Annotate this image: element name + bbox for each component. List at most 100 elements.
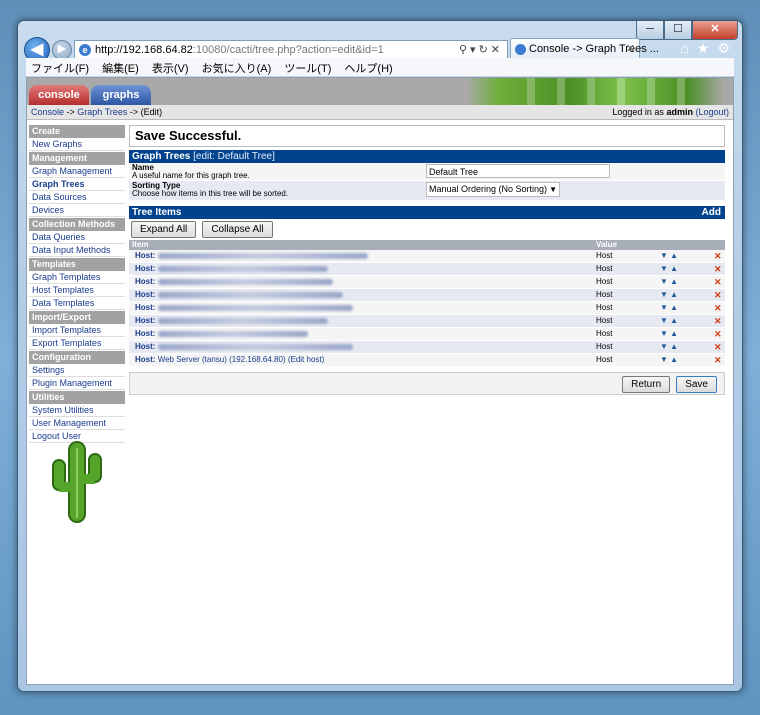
sidebar-item[interactable]: Settings: [29, 364, 125, 377]
host-prefix: Host:: [135, 290, 156, 299]
move-down-icon[interactable]: ▼: [660, 277, 668, 286]
breadcrumb-console[interactable]: Console: [31, 107, 64, 117]
tree-item-link[interactable]: Host:: [135, 328, 308, 340]
favorites-star-icon[interactable]: ★: [697, 40, 710, 57]
delete-icon[interactable]: ✕: [714, 328, 722, 340]
sidebar-item[interactable]: Data Queries: [29, 231, 125, 244]
cactus-banner-image: [467, 78, 725, 105]
sidebar-item[interactable]: New Graphs: [29, 138, 125, 151]
search-icon[interactable]: ⚲: [459, 44, 470, 56]
address-url[interactable]: http://192.168.64.82:10080/cacti/tree.ph…: [95, 44, 384, 56]
move-up-icon[interactable]: ▲: [668, 329, 678, 338]
dropdown-icon[interactable]: ▾: [470, 44, 479, 56]
move-down-icon[interactable]: ▼: [660, 303, 668, 312]
tree-item-link[interactable]: Host:: [135, 250, 368, 262]
return-button[interactable]: Return: [622, 376, 671, 393]
delete-icon[interactable]: ✕: [714, 276, 722, 288]
home-icon[interactable]: ⌂: [680, 40, 688, 57]
settings-gear-icon[interactable]: ⚙: [717, 40, 730, 57]
tab-graphs[interactable]: graphs: [91, 85, 151, 105]
move-down-icon[interactable]: ▼: [660, 329, 668, 338]
host-prefix: Host:: [135, 303, 156, 312]
tree-item-link[interactable]: Host:: [135, 276, 333, 288]
sidebar-item[interactable]: Export Templates: [29, 337, 125, 350]
tree-item-link[interactable]: Host:: [135, 315, 328, 327]
chevron-down-icon: ▼: [549, 185, 557, 194]
move-down-icon[interactable]: ▼: [660, 316, 668, 325]
menu-file[interactable]: ファイル(F): [26, 58, 94, 78]
collapse-all-button[interactable]: Collapse All: [202, 221, 273, 238]
redacted-host-text: [157, 291, 343, 298]
move-down-icon[interactable]: ▼: [660, 342, 668, 351]
move-up-icon[interactable]: ▲: [668, 290, 678, 299]
host-prefix: Host:: [135, 329, 156, 338]
move-down-icon[interactable]: ▼: [660, 290, 668, 299]
move-arrows: ▼ ▲: [660, 354, 678, 366]
delete-icon[interactable]: ✕: [714, 341, 722, 353]
add-link[interactable]: Add: [702, 206, 721, 219]
move-down-icon[interactable]: ▼: [660, 251, 668, 260]
tree-item-link[interactable]: Host:: [135, 302, 353, 314]
delete-icon[interactable]: ✕: [714, 315, 722, 327]
logout-link[interactable]: (Logout): [695, 107, 729, 117]
sorting-select[interactable]: Manual Ordering (No Sorting) ▼: [426, 182, 560, 197]
move-up-icon[interactable]: ▲: [668, 303, 678, 312]
move-up-icon[interactable]: ▲: [668, 342, 678, 351]
cacti-header: console graphs: [27, 78, 733, 105]
sidebar-item[interactable]: System Utilities: [29, 404, 125, 417]
sidebar-item[interactable]: Import Templates: [29, 324, 125, 337]
move-down-icon[interactable]: ▼: [660, 355, 668, 364]
sidebar-item[interactable]: Graph Trees: [29, 178, 125, 191]
tree-buttons: Expand All Collapse All: [129, 219, 725, 238]
refresh-icon[interactable]: ↻: [479, 44, 491, 56]
sidebar-item[interactable]: Graph Management: [29, 165, 125, 178]
save-button[interactable]: Save: [676, 376, 717, 393]
tree-item-link[interactable]: Host:: [135, 289, 343, 301]
stop-icon[interactable]: ✕: [491, 44, 503, 56]
move-arrows: ▼ ▲: [660, 341, 678, 353]
host-prefix: Host:: [135, 277, 156, 286]
menu-view[interactable]: 表示(V): [147, 58, 194, 78]
move-up-icon[interactable]: ▲: [668, 277, 678, 286]
row-value: Host: [596, 355, 613, 364]
address-tools[interactable]: ⚲▾↻✕: [459, 43, 503, 56]
delete-icon[interactable]: ✕: [714, 263, 722, 275]
sidebar-heading: Utilities: [29, 391, 125, 404]
move-up-icon[interactable]: ▲: [668, 251, 678, 260]
table-row: Host: Web Server (tansu) (192.168.64.80)…: [129, 354, 725, 367]
move-up-icon[interactable]: ▲: [668, 316, 678, 325]
tab-console[interactable]: console: [29, 85, 89, 105]
forward-arrow-icon[interactable]: ▶: [52, 40, 72, 60]
tree-item-link[interactable]: Host: Web Server (tansu) (192.168.64.80)…: [135, 354, 324, 366]
sidebar-item[interactable]: Data Templates: [29, 297, 125, 310]
delete-icon[interactable]: ✕: [714, 289, 722, 301]
menu-favorites[interactable]: お気に入り(A): [197, 58, 277, 78]
sidebar-item[interactable]: User Management: [29, 417, 125, 430]
tab-close-icon[interactable]: ✕: [626, 42, 635, 55]
address-bar[interactable]: e http://192.168.64.82:10080/cacti/tree.…: [74, 40, 508, 60]
sidebar-item[interactable]: Plugin Management: [29, 377, 125, 390]
row-value: Host: [596, 290, 613, 299]
delete-icon[interactable]: ✕: [714, 250, 722, 262]
browser-tab[interactable]: Console -> Graph Trees ... ✕: [510, 38, 659, 60]
sidebar-item[interactable]: Data Sources: [29, 191, 125, 204]
menu-tools[interactable]: ツール(T): [279, 58, 336, 78]
delete-icon[interactable]: ✕: [714, 354, 722, 366]
tree-item-link[interactable]: Host:: [135, 263, 328, 275]
ie-page-icon: e: [79, 44, 91, 56]
sidebar-item[interactable]: Host Templates: [29, 284, 125, 297]
menu-edit[interactable]: 編集(E): [97, 58, 144, 78]
name-input[interactable]: Default Tree: [426, 164, 610, 178]
menu-help[interactable]: ヘルプ(H): [339, 58, 397, 78]
move-up-icon[interactable]: ▲: [668, 355, 678, 364]
move-down-icon[interactable]: ▼: [660, 264, 668, 273]
sidebar-item[interactable]: Data Input Methods: [29, 244, 125, 257]
expand-all-button[interactable]: Expand All: [131, 221, 197, 238]
move-up-icon[interactable]: ▲: [668, 264, 678, 273]
breadcrumb-graph-trees[interactable]: Graph Trees: [77, 107, 127, 117]
row-value: Host: [596, 329, 613, 338]
delete-icon[interactable]: ✕: [714, 302, 722, 314]
tree-item-link[interactable]: Host:: [135, 341, 353, 353]
sidebar-item[interactable]: Graph Templates: [29, 271, 125, 284]
sidebar-item[interactable]: Devices: [29, 204, 125, 217]
